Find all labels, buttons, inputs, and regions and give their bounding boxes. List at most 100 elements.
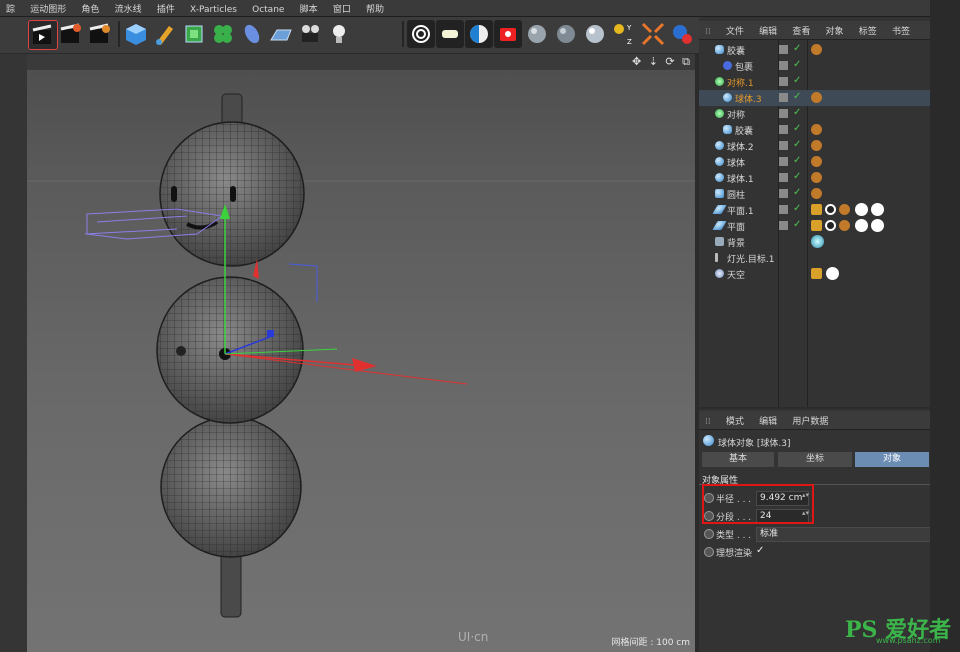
object-row[interactable]: 对称.1 ✓ [699,74,930,90]
tab-coordinates[interactable]: 坐标 [778,452,852,467]
om-menu-file[interactable]: 文件 [720,21,750,37]
cube-icon[interactable] [122,20,150,48]
menu-item-mograph[interactable]: 运动图形 [24,0,72,15]
material-sphere-icon[interactable] [523,20,551,48]
material-tag-icon[interactable] [811,140,822,151]
floor-icon[interactable] [267,20,295,48]
light-icon[interactable] [325,20,353,48]
om-menu-bookmarks[interactable]: 书签 [886,21,916,37]
menu-bar: 踪 运动图形 角色 流水线 插件 X-Particles Octane 脚本 窗… [0,0,960,17]
pen-icon[interactable] [151,20,179,48]
tab-basic[interactable]: 基本 [702,452,774,467]
main-toolbar: YZ [0,17,700,53]
object-row[interactable]: 球体.1 ✓ [699,170,930,186]
menu-item-octane[interactable]: Octane [246,3,290,15]
material-tag-icon[interactable] [811,188,822,199]
glossy-sphere-icon[interactable] [552,20,580,48]
render-settings-icon[interactable] [86,20,114,48]
menu-item-help[interactable]: 帮助 [360,0,390,15]
om-menu-view[interactable]: 查看 [786,21,816,37]
am-menu-edit[interactable]: 编辑 [753,411,783,427]
menu-item-tracker[interactable]: 踪 [0,0,21,15]
object-row-selected[interactable]: 球体.3 ✓ [699,90,930,106]
material-tag-icon[interactable] [811,156,822,167]
ui-cn-watermark: UI·cn [458,630,489,644]
animate-radio[interactable] [704,547,714,557]
camera-icon[interactable] [296,20,324,48]
tab-object[interactable]: 对象 [855,452,929,467]
material-tag-icon[interactable] [839,220,850,231]
viewport-scene [27,93,695,618]
material-preview-icon[interactable] [826,267,839,280]
object-row[interactable]: 对称 ✓ [699,106,930,122]
menu-item-plugins[interactable]: 插件 [151,0,181,15]
material-preview-icon[interactable] [871,219,884,232]
object-row[interactable]: 球体 ✓ [699,154,930,170]
material-tag-icon[interactable] [811,44,822,55]
render-icon[interactable] [57,20,85,48]
type-select[interactable]: 标准 [756,527,931,542]
object-row[interactable]: 胶囊 ✓ [699,42,930,58]
om-menu-tags[interactable]: 标签 [853,21,883,37]
render-tag-icon[interactable] [811,268,822,279]
3d-viewport[interactable] [27,54,695,652]
render-perfect-checkbox[interactable]: ✓ [756,545,764,556]
material-preview-icon[interactable] [855,203,868,216]
cloner-icon[interactable] [209,20,237,48]
deformer-icon[interactable] [238,20,266,48]
om-menu-object[interactable]: 对象 [820,21,850,37]
render-view-icon[interactable] [28,20,58,50]
material-preview-icon[interactable] [871,203,884,216]
attribute-title: 球体对象 [球体.3] [718,439,791,449]
menu-item-script[interactable]: 脚本 [294,0,324,15]
object-row[interactable]: 球体.2 ✓ [699,138,930,154]
object-manager-menu: ⁞⁞ 文件 编辑 查看 对象 标签 书签 [699,21,930,40]
sphere-icon [723,93,732,102]
octane-object-tag-icon[interactable] [825,220,836,231]
menu-item-pipeline[interactable]: 流水线 [109,0,148,15]
xyz-icon[interactable]: YZ [610,20,638,48]
am-menu-mode[interactable]: 模式 [720,411,750,427]
octane-daylight-icon[interactable] [465,20,493,48]
material-preview-icon[interactable] [811,235,824,248]
object-row[interactable]: 圆柱 ✓ [699,186,930,202]
object-row[interactable]: 胶囊 ✓ [699,122,930,138]
material-tag-icon[interactable] [811,92,822,103]
background-icon [715,237,724,246]
menu-item-xparticles[interactable]: X-Particles [184,3,243,15]
type-property: 类型 . . . 标准 [702,526,931,542]
om-menu-edit[interactable]: 编辑 [753,21,783,37]
object-row[interactable]: 平面.1 ✓ [699,202,930,218]
object-row[interactable]: 灯光.目标.1 [699,250,930,266]
object-row[interactable]: 包裹 ✓ [699,58,930,74]
material-preview-icon[interactable] [855,219,868,232]
material-tag-icon[interactable] [839,204,850,215]
object-row[interactable]: 天空 [699,266,930,282]
render-tag-icon[interactable] [811,204,822,215]
xparticles-icon[interactable] [668,20,696,48]
material-tag-icon[interactable] [811,172,822,183]
octane-live-viewer-icon[interactable] [494,20,522,48]
object-row[interactable]: 背景 [699,234,930,250]
glass-sphere-icon[interactable] [581,20,609,48]
left-tool-strip [0,54,27,652]
menu-item-character[interactable]: 角色 [75,0,105,15]
subdivision-icon[interactable] [180,20,208,48]
octane-object-tag-icon[interactable] [825,204,836,215]
object-row[interactable]: 平面 ✓ [699,218,930,234]
octane-area-light-icon[interactable] [436,20,464,48]
capsule-icon [715,45,724,54]
material-tag-icon[interactable] [811,124,822,135]
menu-item-window[interactable]: 窗口 [327,0,357,15]
scale-arrows-icon[interactable] [639,20,667,48]
octane-camera-icon[interactable] [407,20,435,48]
viewport-header [27,54,695,70]
capsule-icon [723,125,732,134]
animate-radio[interactable] [704,529,714,539]
render-tag-icon[interactable] [811,220,822,231]
attribute-manager-menu: ⁞⁞ 模式 编辑 用户数据 [699,411,930,430]
am-menu-user-data[interactable]: 用户数据 [786,411,834,427]
annotation-highlight-box [702,484,814,524]
viewport-nav-icons[interactable]: ✥ ⇣ ⟳ ⧉ [632,55,692,69]
plane-icon [712,221,727,230]
